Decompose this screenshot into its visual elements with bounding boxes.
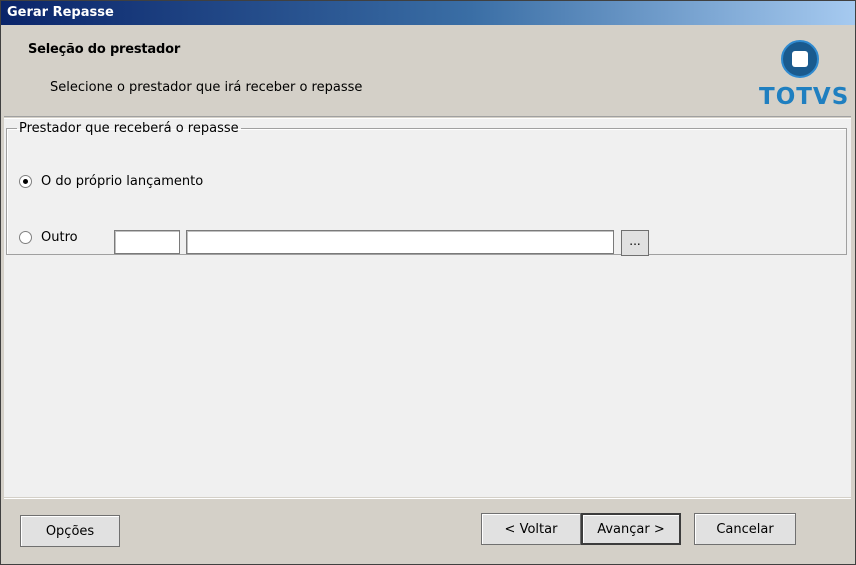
prestador-group: Prestador que receberá o repasse O do pr… (6, 121, 847, 256)
step-title: Seleção do prestador (28, 42, 181, 57)
option-other[interactable]: Outro (19, 230, 78, 245)
cancel-button[interactable]: Cancelar (694, 513, 796, 545)
radio-own-launch[interactable] (19, 175, 32, 188)
wizard-header: Seleção do prestador Selecione o prestad… (4, 28, 851, 117)
next-button[interactable]: Avançar > (581, 513, 681, 545)
title-bar[interactable]: Gerar Repasse (1, 1, 855, 25)
prestador-name-field[interactable] (186, 230, 614, 254)
option-own-launch[interactable]: O do próprio lançamento (19, 174, 203, 189)
wizard-window: Gerar Repasse Seleção do prestador Selec… (0, 0, 856, 565)
group-legend: Prestador que receberá o repasse (19, 121, 239, 136)
option-other-label: Outro (41, 230, 78, 245)
totvs-logo: TOTVS (759, 38, 850, 112)
prestador-code-field[interactable] (114, 230, 180, 254)
back-button[interactable]: < Voltar (481, 513, 581, 545)
option-own-launch-label: O do próprio lançamento (41, 174, 204, 189)
wizard-footer: Opções < Voltar Avançar > Cancelar (4, 498, 851, 561)
totvs-logo-icon (781, 40, 819, 78)
radio-other[interactable] (19, 231, 32, 244)
wizard-content: Prestador que receberá o repasse O do pr… (4, 118, 851, 497)
browse-button[interactable]: ... (621, 230, 649, 256)
window-title: Gerar Repasse (7, 5, 114, 20)
options-button[interactable]: Opções (20, 515, 120, 547)
logo-text: TOTVS (759, 84, 850, 110)
step-subtitle: Selecione o prestador que irá receber o … (50, 80, 363, 95)
